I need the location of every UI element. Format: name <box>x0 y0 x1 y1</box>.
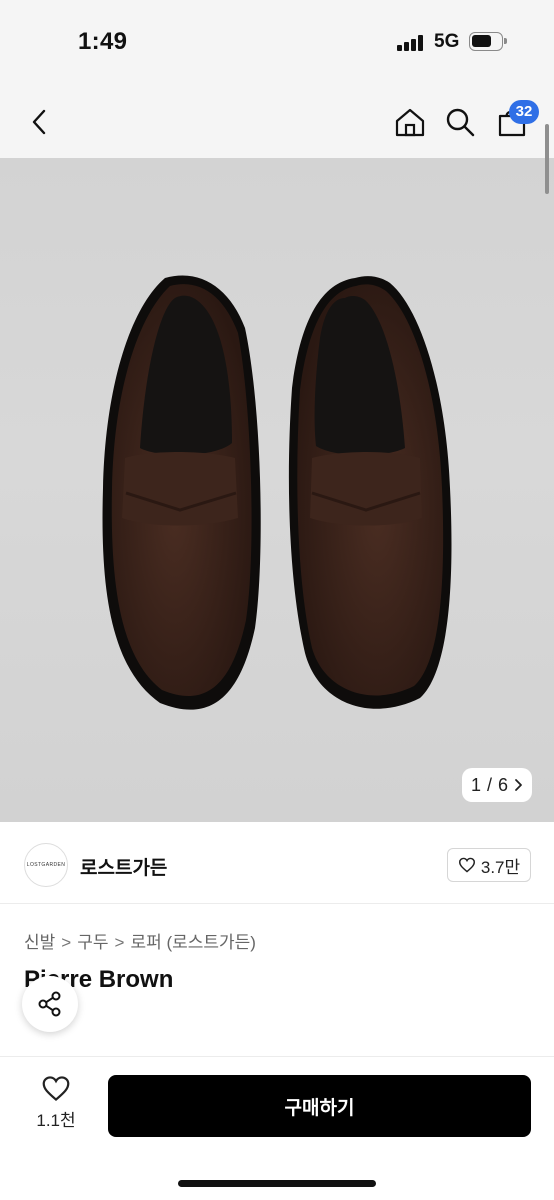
home-icon <box>395 108 425 137</box>
breadcrumb: 신발 > 구두 > 로퍼 (로스트가든) <box>24 928 256 953</box>
like-button[interactable]: 1.1천 <box>24 1075 88 1139</box>
gallery-counter[interactable]: 1 / 6 <box>462 768 532 802</box>
left-shoe <box>102 275 261 710</box>
clock: 1:49 <box>78 28 128 55</box>
gallery-separator: / <box>486 774 492 795</box>
scrollbar-thumb[interactable] <box>545 124 549 194</box>
chevron-right-icon <box>515 778 522 791</box>
heart-icon <box>458 857 475 873</box>
cart-count-badge: 32 <box>509 100 539 124</box>
status-bar: 1:49 5G <box>0 0 554 88</box>
product-photo <box>102 275 452 710</box>
home-indicator[interactable] <box>178 1180 376 1187</box>
purchase-bar: 1.1천 구매하기 <box>0 1056 554 1200</box>
share-button[interactable] <box>22 976 78 1032</box>
brand-like-button[interactable]: 3.7만 <box>447 848 531 882</box>
right-shoe <box>288 276 452 709</box>
breadcrumb-item-loafers[interactable]: 로퍼 (로스트가든) <box>130 928 256 953</box>
breadcrumb-item-shoes[interactable]: 신발 <box>24 928 55 953</box>
breadcrumb-separator: > <box>61 933 72 952</box>
signal-icon <box>397 35 425 51</box>
brand-like-count: 3.7만 <box>480 857 521 877</box>
gallery-current: 1 <box>470 774 481 795</box>
gallery-total: 6 <box>498 774 509 795</box>
brand-name[interactable]: 로스트가든 <box>80 853 167 880</box>
search-icon <box>446 108 475 137</box>
brand-logo[interactable]: LOSTGARDEN <box>24 843 68 887</box>
app-header <box>0 88 554 158</box>
breadcrumb-item-dress-shoes[interactable]: 구두 <box>77 928 108 953</box>
back-button[interactable] <box>22 104 58 140</box>
like-count: 1.1천 <box>36 1111 76 1130</box>
brand-row: LOSTGARDEN 로스트가든 3.7만 <box>0 824 554 904</box>
network-type: 5G <box>434 31 460 52</box>
breadcrumb-separator: > <box>114 933 125 952</box>
home-button[interactable] <box>390 102 430 142</box>
chevron-left-icon <box>32 109 46 135</box>
share-icon <box>38 991 61 1017</box>
heart-icon <box>42 1076 70 1102</box>
battery-icon <box>469 32 507 51</box>
search-button[interactable] <box>440 102 480 142</box>
product-image-gallery[interactable] <box>0 158 554 822</box>
buy-button[interactable]: 구매하기 <box>108 1075 531 1137</box>
